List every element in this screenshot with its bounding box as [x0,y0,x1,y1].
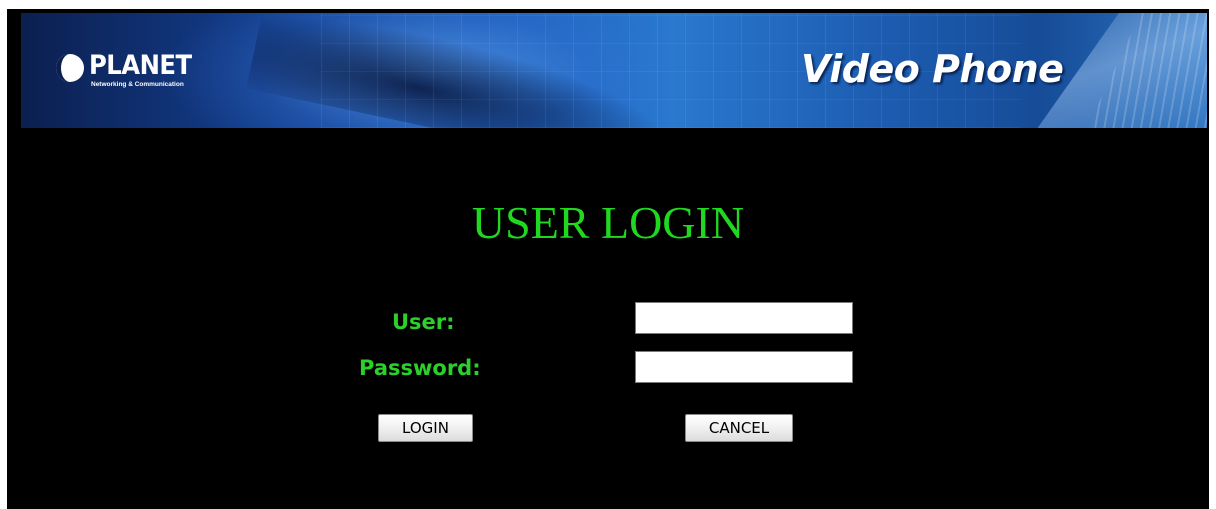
page-frame: PLANET Networking & Communication Video … [7,9,1209,509]
brand-name: PLANET [89,50,192,81]
header-banner: PLANET Networking & Communication Video … [21,13,1207,128]
logo-text: PLANET Networking & Communication [89,51,192,89]
login-title: USER LOGIN [471,197,745,248]
login-button[interactable]: LOGIN [378,414,473,442]
password-input[interactable] [635,351,853,383]
password-label: Password: [359,356,481,380]
user-input[interactable] [635,302,853,334]
planet-logo: PLANET Networking & Communication [55,51,192,97]
product-title: Video Phone [801,47,1064,91]
user-label: User: [392,310,455,334]
cancel-button[interactable]: CANCEL [685,414,793,442]
planet-logo-icon [56,54,84,82]
brand-tagline: Networking & Communication [91,81,184,88]
